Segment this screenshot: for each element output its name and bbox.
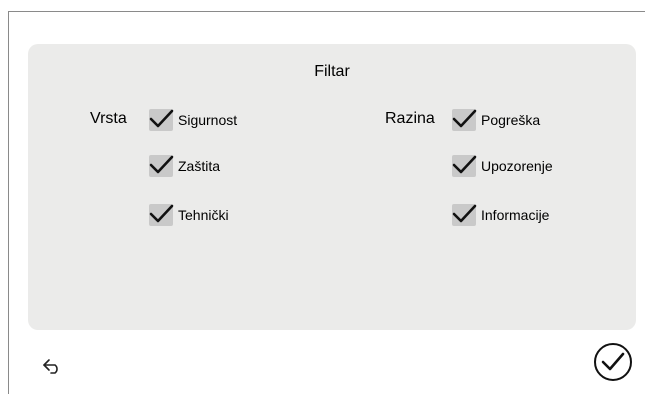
option-pogreska[interactable]: Pogreška xyxy=(452,109,540,131)
vrsta-label: Vrsta xyxy=(90,110,127,127)
option-informacije[interactable]: Informacije xyxy=(452,204,549,226)
frame-border-top xyxy=(8,11,645,12)
checkmark-icon xyxy=(601,352,625,371)
filter-panel: Filtar Vrsta Sigurnost Zaštita Tehnički … xyxy=(28,44,636,330)
option-sigurnost[interactable]: Sigurnost xyxy=(149,109,237,131)
option-upozorenje[interactable]: Upozorenje xyxy=(452,155,553,177)
back-arrow-icon xyxy=(43,359,58,374)
checkbox-tehnicki[interactable] xyxy=(149,204,174,226)
checkmark-icon xyxy=(452,155,477,174)
checkmark-icon xyxy=(149,204,174,223)
checkbox-pogreska[interactable] xyxy=(452,109,477,131)
checkbox-informacije[interactable] xyxy=(452,204,477,226)
checkbox-sigurnost[interactable] xyxy=(149,109,174,131)
option-zastita[interactable]: Zaštita xyxy=(149,155,220,177)
checkmark-icon xyxy=(149,109,174,128)
option-label: Zaštita xyxy=(178,158,221,174)
checkmark-icon xyxy=(452,204,477,223)
checkmark-icon xyxy=(149,155,174,174)
option-label: Pogreška xyxy=(481,112,541,128)
confirm-button[interactable] xyxy=(594,343,632,381)
option-label: Informacije xyxy=(481,207,550,223)
back-button[interactable] xyxy=(40,354,66,378)
option-label: Sigurnost xyxy=(178,112,238,128)
razina-label: Razina xyxy=(385,110,435,127)
checkbox-zastita[interactable] xyxy=(149,155,174,177)
panel-title: Filtar xyxy=(314,63,350,80)
option-tehnicki[interactable]: Tehnički xyxy=(149,204,229,226)
checkbox-upozorenje[interactable] xyxy=(452,155,477,177)
frame-border-left xyxy=(8,11,9,394)
option-label: Tehnički xyxy=(178,207,229,223)
checkmark-icon xyxy=(452,109,477,128)
option-label: Upozorenje xyxy=(481,158,553,174)
